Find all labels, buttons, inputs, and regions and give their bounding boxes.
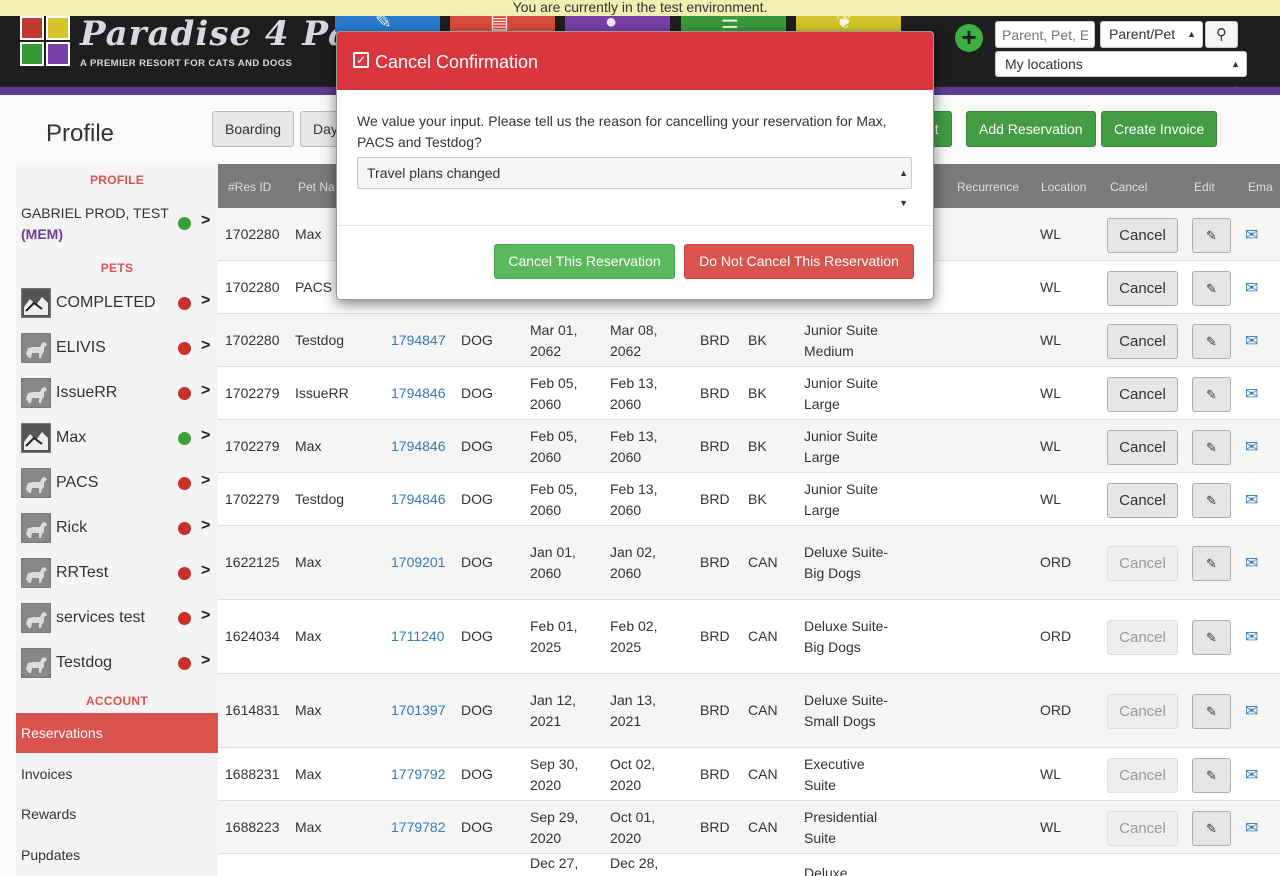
checkbox-icon: ✓: [353, 52, 369, 68]
confirm-cancel-button[interactable]: Cancel This Reservation: [494, 244, 675, 279]
do-not-cancel-button[interactable]: Do Not Cancel This Reservation: [684, 244, 914, 279]
select-caret-icon: ▲▼: [899, 168, 908, 208]
modal-header: ✓ Cancel Confirmation: [337, 32, 933, 90]
modal-divider: [337, 225, 933, 226]
cancel-reason-select[interactable]: Travel plans changed ▲ ▼: [357, 157, 912, 208]
modal-message: We value your input. Please tell us the …: [357, 113, 887, 150]
modal-title: Cancel Confirmation: [375, 52, 539, 72]
cancel-confirmation-modal: ✓ Cancel Confirmation We value your inpu…: [336, 31, 934, 300]
cancel-reason-value: Travel plans changed: [367, 165, 501, 181]
